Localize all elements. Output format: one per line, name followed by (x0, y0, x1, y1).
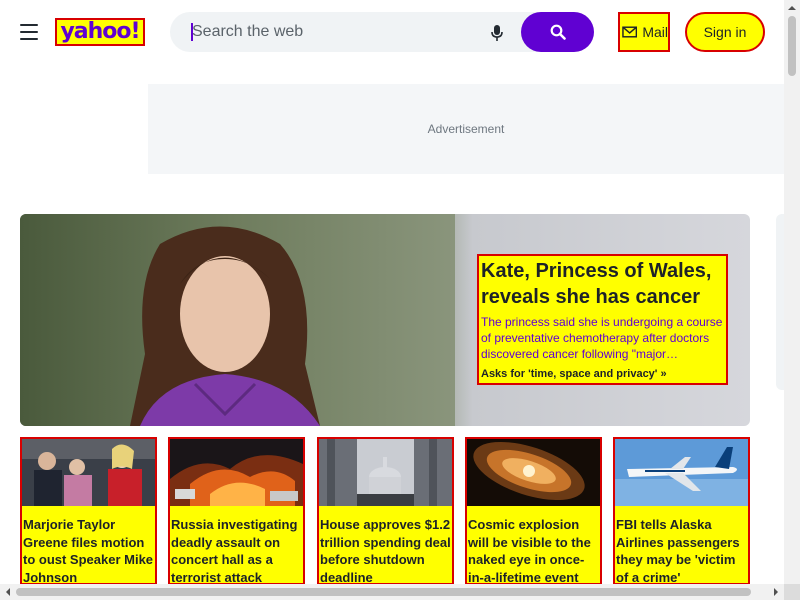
hero-photo (20, 214, 455, 426)
yahoo-logo[interactable]: yahoo! (55, 18, 145, 46)
hero-headline[interactable]: Kate, Princess of Wales, reveals she has… (481, 258, 724, 310)
story-title[interactable]: Marjorie Taylor Greene files motion to o… (22, 516, 155, 583)
story-card[interactable]: FBI tells Alaska Airlines passengers the… (613, 437, 750, 585)
story-card[interactable]: Russia investigating deadly assault on c… (168, 437, 305, 585)
hero-summary: The princess said she is undergoing a co… (481, 315, 723, 361)
story-title[interactable]: House approves $1.2 trillion spending de… (319, 516, 452, 583)
story-card[interactable]: Marjorie Taylor Greene files motion to o… (20, 437, 157, 585)
vertical-scroll-thumb[interactable] (788, 16, 796, 76)
sign-in-button[interactable]: Sign in (685, 12, 765, 52)
advertisement-slot[interactable]: Advertisement (148, 84, 784, 174)
mail-label: Mail (642, 24, 668, 40)
hero-related-link[interactable]: Asks for 'time, space and privacy' » (481, 368, 724, 380)
story-thumbnail (22, 439, 155, 506)
search-bar (170, 12, 594, 52)
story-card[interactable]: House approves $1.2 trillion spending de… (317, 437, 454, 585)
story-thumbnail (615, 439, 748, 506)
search-icon (550, 24, 566, 40)
search-button[interactable] (521, 12, 594, 52)
vertical-scrollbar[interactable] (784, 0, 800, 584)
story-thumbnail (467, 439, 600, 506)
scroll-right-arrow-icon[interactable] (769, 584, 783, 600)
story-thumbnail (319, 439, 452, 506)
scrollbar-corner (784, 584, 800, 600)
story-title[interactable]: Cosmic explosion will be visible to the … (467, 516, 600, 583)
mail-icon (622, 26, 638, 38)
sign-in-label: Sign in (703, 24, 747, 40)
story-thumbnail (170, 439, 303, 506)
yahoo-homepage: yahoo! Mail Sign in Advertisement (0, 0, 800, 600)
horizontal-scrollbar[interactable] (0, 584, 784, 600)
story-card[interactable]: Cosmic explosion will be visible to the … (465, 437, 602, 585)
microphone-icon[interactable] (490, 24, 504, 42)
scroll-left-arrow-icon[interactable] (1, 584, 15, 600)
advertisement-label: Advertisement (427, 122, 505, 136)
story-title[interactable]: Russia investigating deadly assault on c… (170, 516, 303, 583)
search-input[interactable] (192, 12, 482, 52)
hero-story[interactable]: Kate, Princess of Wales, reveals she has… (20, 214, 750, 426)
horizontal-scroll-thumb[interactable] (16, 588, 751, 596)
logo-text: yahoo! (60, 19, 140, 44)
hero-text-box[interactable]: Kate, Princess of Wales, reveals she has… (477, 254, 728, 385)
story-title[interactable]: FBI tells Alaska Airlines passengers the… (615, 516, 748, 583)
mail-button[interactable]: Mail (618, 12, 670, 52)
scroll-up-arrow-icon[interactable] (784, 1, 800, 15)
menu-icon[interactable] (20, 24, 38, 40)
